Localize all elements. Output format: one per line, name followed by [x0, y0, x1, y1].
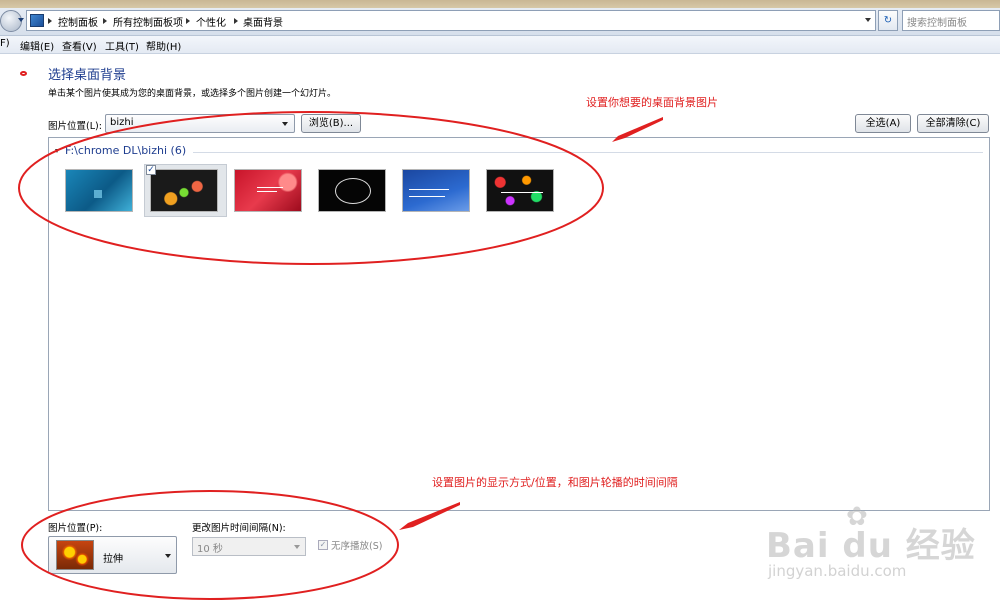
breadcrumb-arrow-icon[interactable] — [186, 18, 190, 24]
page-title: 选择桌面背景 — [48, 68, 127, 83]
thumbnail-text-line — [257, 191, 277, 192]
group-divider — [193, 152, 983, 153]
menu-file[interactable]: F) — [0, 38, 10, 49]
thumbnail-text-line — [501, 192, 543, 193]
clear-all-button[interactable]: 全部清除(C) — [917, 114, 989, 133]
wallpaper-thumbnail-4[interactable] — [318, 169, 386, 212]
address-history-dropdown-icon[interactable] — [865, 18, 871, 22]
picture-position-select[interactable]: 拉伸 — [48, 536, 177, 574]
breadcrumb-arrow-icon[interactable] — [48, 18, 52, 24]
annotation-text-top: 设置你想要的桌面背景图片 — [586, 96, 718, 109]
shuffle-label[interactable]: 无序播放(S) — [331, 538, 382, 552]
search-input[interactable]: 搜索控制面板 — [902, 10, 1000, 31]
interval-select[interactable]: 10 秒 — [192, 537, 306, 556]
thumbnail-text-line — [257, 187, 283, 188]
position-select-value: 拉伸 — [103, 554, 123, 565]
location-select-value: bizhi — [110, 117, 134, 128]
recent-pages-dropdown-icon[interactable] — [18, 18, 24, 22]
thumbnail-2-checkbox[interactable]: ✓ — [146, 165, 156, 175]
wallpaper-thumbnail-5[interactable] — [402, 169, 470, 212]
baidu-watermark-url: jingyan.baidu.com — [768, 562, 907, 580]
chevron-down-icon — [282, 122, 288, 126]
wallpaper-thumbnail-1[interactable] — [65, 169, 133, 212]
location-select[interactable]: bizhi — [105, 114, 295, 133]
location-label: 图片位置(L): — [48, 121, 102, 132]
wallpaper-thumbnail-6[interactable] — [486, 169, 554, 212]
interval-label: 更改图片时间间隔(N): — [192, 523, 286, 534]
menu-tools[interactable]: 工具(T) — [105, 38, 139, 53]
address-toolbar: 控制面板 所有控制面板项 个性化 桌面背景 ↻ 搜索控制面板 — [0, 8, 1000, 36]
wallpaper-thumbnail-3[interactable] — [234, 169, 302, 212]
breadcrumb-arrow-icon[interactable] — [234, 18, 238, 24]
wallpaper-list[interactable]: F:\chrome DL\bizhi (6) ✓ — [48, 137, 990, 511]
baidu-watermark: Bai du 经验 — [766, 526, 976, 566]
browse-button[interactable]: 浏览(B)... — [301, 114, 361, 133]
thumbnail-text-line — [409, 189, 449, 190]
refresh-button[interactable]: ↻ — [878, 10, 898, 31]
collapse-triangle-icon[interactable] — [55, 149, 59, 153]
position-preview-image — [56, 540, 94, 570]
address-box[interactable]: 控制面板 所有控制面板项 个性化 桌面背景 — [26, 10, 876, 31]
control-panel-icon — [30, 14, 44, 27]
windows-logo-icon — [94, 190, 102, 198]
breadcrumb-desktop-background[interactable]: 桌面背景 — [243, 14, 283, 29]
shuffle-checkbox[interactable]: ✓ — [318, 540, 328, 550]
group-header[interactable]: F:\chrome DL\bizhi (6) — [65, 144, 186, 157]
wallpaper-thumbnail-2[interactable] — [150, 169, 218, 212]
menu-help[interactable]: 帮助(H) — [146, 38, 181, 53]
page-description: 单击某个图片使其成为您的桌面背景，或选择多个图片创建一个幻灯片。 — [48, 89, 337, 99]
annotation-text-bottom: 设置图片的显示方式/位置，和图片轮播的时间间隔 — [432, 476, 678, 489]
window-title-strip — [0, 0, 1000, 8]
select-all-button[interactable]: 全选(A) — [855, 114, 911, 133]
cat-outline-icon — [335, 178, 371, 204]
chevron-down-icon — [294, 545, 300, 549]
breadcrumb-control-panel[interactable]: 控制面板 — [58, 14, 98, 29]
interval-select-value: 10 秒 — [197, 544, 223, 555]
menu-edit[interactable]: 编辑(E) — [20, 38, 54, 53]
annotation-dot — [20, 71, 27, 76]
position-label: 图片位置(P): — [48, 523, 103, 534]
menu-view[interactable]: 查看(V) — [62, 38, 97, 53]
menu-bar: F) 编辑(E) 查看(V) 工具(T) 帮助(H) — [0, 36, 1000, 54]
breadcrumb-arrow-icon[interactable] — [103, 18, 107, 24]
breadcrumb-personalization[interactable]: 个性化 — [196, 14, 226, 29]
thumbnail-text-line — [409, 196, 445, 197]
chevron-down-icon — [165, 554, 171, 558]
breadcrumb-all-items[interactable]: 所有控制面板项 — [113, 14, 183, 29]
